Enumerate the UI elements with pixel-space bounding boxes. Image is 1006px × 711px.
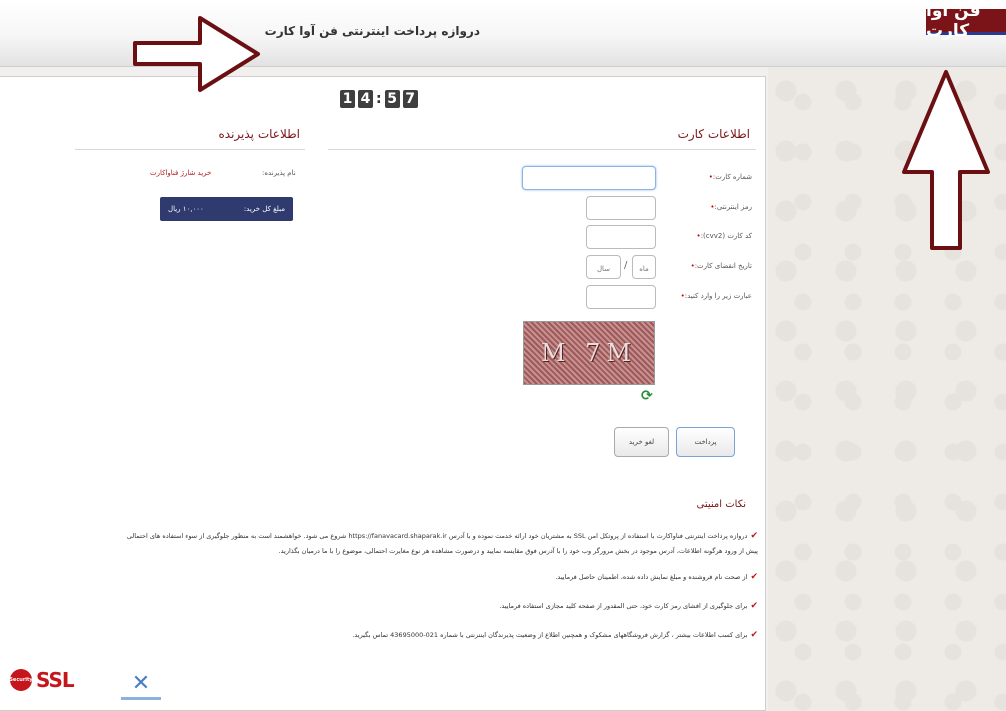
shaparak-logo: ✕ (118, 668, 164, 704)
captcha-field[interactable] (586, 285, 656, 310)
page-title: دروازه پرداخت اینترنتی فن آوا کارت (264, 24, 480, 38)
expiry-year-field[interactable] (586, 255, 621, 280)
shaparak-mark-icon: ✕ (131, 670, 151, 696)
check-icon: ✔ (750, 572, 758, 582)
ssl-seal-icon: Security (9, 669, 33, 691)
card-number-field[interactable] (522, 166, 656, 191)
check-icon: ✔ (750, 601, 758, 611)
card-info-title: اطلاعات کارت (677, 127, 750, 141)
refresh-captcha-icon[interactable]: ⟳ (641, 388, 653, 404)
timer-digit: 7 (402, 90, 418, 108)
card-number-label: شماره کارت:• (708, 173, 752, 181)
timer-digit: 5 (384, 90, 400, 108)
session-timer: 1 4 : 5 7 (340, 90, 418, 108)
card-info-divider (328, 149, 756, 150)
security-note: ✔برای جلوگیری از افشای رمز کارت خود، حتی… (499, 601, 758, 611)
timer-digit: 4 (358, 90, 373, 108)
cvv2-input[interactable] (587, 228, 655, 250)
security-note: ✔دروازه پرداخت اینترنتی فناواکارت با است… (126, 531, 758, 541)
merchant-info-divider (75, 149, 305, 150)
total-amount-box: مبلغ کل خرید: ۱۰,۰۰۰ ریال (160, 197, 293, 221)
page-header: دروازه پرداخت اینترنتی فن آوا کارت فن آو… (0, 0, 1006, 67)
expiry-month-input[interactable] (633, 258, 655, 280)
security-note: ✔از صحت نام فروشنده و مبلغ نمایش داده شد… (555, 572, 758, 582)
side-background (768, 67, 1006, 711)
cancel-button[interactable]: لغو خرید (614, 427, 669, 457)
internet-pin-label: رمز اینترنتی:• (710, 203, 752, 211)
internet-pin-field[interactable] (586, 196, 656, 221)
ssl-logo: Security SSL (9, 668, 75, 692)
amount-label: مبلغ کل خرید: (243, 205, 285, 213)
check-icon: ✔ (750, 531, 758, 541)
amount-value: ۱۰,۰۰۰ ریال (168, 205, 204, 213)
captcha-label: عبارت زیر را وارد کنید:• (680, 292, 752, 300)
merchant-name-value: خرید شارژ فناواکارت (150, 169, 212, 177)
merchant-info-title: اطلاعات پذیرنده (218, 127, 301, 141)
cvv2-field[interactable] (586, 225, 656, 250)
timer-digit: 1 (340, 90, 355, 108)
card-number-input[interactable] (523, 169, 655, 191)
merchant-name-label: نام پذیرنده: (262, 169, 296, 177)
cvv2-label: کد کارت (cvv2):• (696, 232, 752, 240)
captcha-image: M 7M (523, 321, 655, 385)
expiry-label: تاریخ انقضای کارت:• (690, 262, 752, 270)
pay-button[interactable]: پرداخت (676, 427, 735, 457)
captcha-input[interactable] (587, 288, 655, 310)
expiry-separator: / (624, 260, 628, 271)
ssl-text: SSL (36, 668, 75, 692)
expiry-year-input[interactable] (587, 258, 620, 280)
timer-separator: : (376, 91, 382, 107)
security-note: پیش از ورود هرگونه اطلاعات، آدرس موجود د… (278, 547, 758, 555)
security-notes-title: نکات امنیتی (696, 499, 746, 510)
security-note: ✔برای کسب اطلاعات بیشتر ، گزارش فروشگاهه… (352, 630, 758, 640)
internet-pin-input[interactable] (587, 199, 655, 221)
shaparak-line (121, 696, 161, 700)
check-icon: ✔ (750, 630, 758, 640)
expiry-month-field[interactable] (632, 255, 656, 280)
fanava-card-logo: فن آوا کارت (926, 1, 1006, 41)
